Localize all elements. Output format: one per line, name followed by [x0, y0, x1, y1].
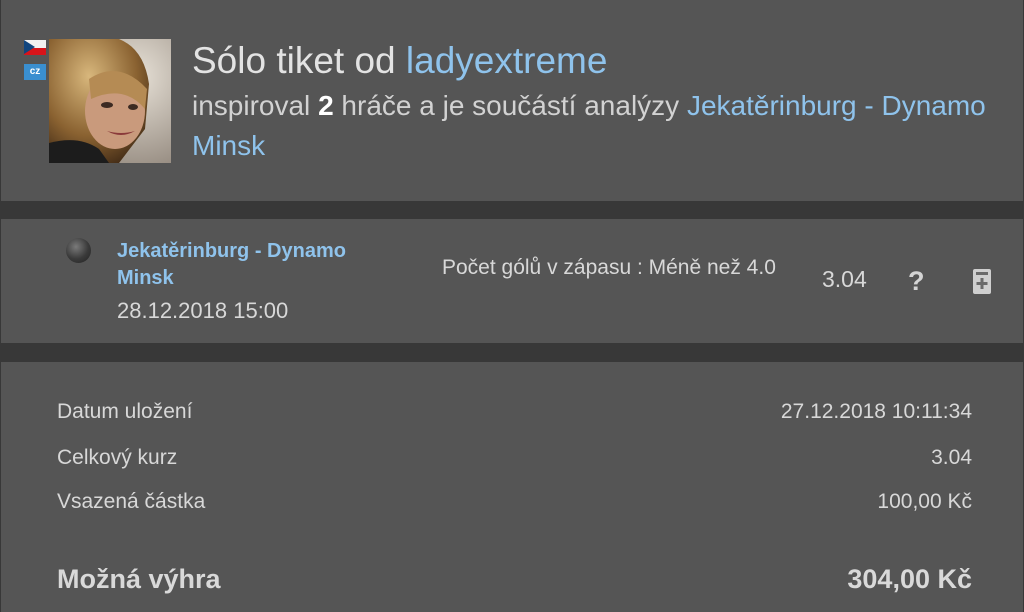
subtitle-prefix: inspiroval [192, 90, 311, 121]
inspired-count: 2 [318, 90, 334, 121]
subtitle-middle: hráče a je součástí analýzy [341, 90, 680, 121]
total-odds-value: 3.04 [931, 446, 972, 469]
total-odds-row: Celkový kurz 3.04 [57, 446, 972, 470]
status-dot-icon [66, 238, 91, 263]
question-icon[interactable]: ? [908, 266, 925, 297]
saved-date-value: 27.12.2018 10:11:34 [780, 400, 972, 423]
saved-date-label: Datum uložení [57, 400, 193, 423]
bet-market: Počet gólů v zápasu : Méně než 4.0 [442, 256, 776, 279]
stake-label: Vsazená částka [57, 490, 206, 513]
possible-win-value: 304,00 Kč [847, 564, 972, 594]
possible-win-row: Možná výhra 304,00 Kč [57, 564, 972, 595]
bet-odd: 3.04 [822, 266, 867, 292]
user-avatar[interactable] [49, 39, 171, 163]
possible-win-label: Možná výhra [57, 564, 221, 594]
title-prefix: Sólo tiket od [192, 40, 396, 81]
ticket-subtitle: inspiroval 2 hráče a je součástí analýzy… [192, 86, 992, 166]
add-to-ticket-icon[interactable] [971, 268, 993, 296]
ticket-title: Sólo tiket od ladyextreme [192, 40, 607, 82]
match-datetime: 28.12.2018 15:00 [117, 298, 289, 323]
country-code-badge: cz [24, 64, 46, 80]
stake-value: 100,00 Kč [877, 490, 972, 513]
stake-row: Vsazená částka 100,00 Kč [57, 490, 972, 514]
saved-date-row: Datum uložení 27.12.2018 10:11:34 [57, 400, 972, 424]
total-odds-label: Celkový kurz [57, 446, 178, 469]
czech-flag-icon [24, 40, 46, 55]
match-link[interactable]: Jekatěrinburg - Dynamo Minsk [117, 238, 387, 292]
username-link[interactable]: ladyextreme [406, 40, 608, 81]
